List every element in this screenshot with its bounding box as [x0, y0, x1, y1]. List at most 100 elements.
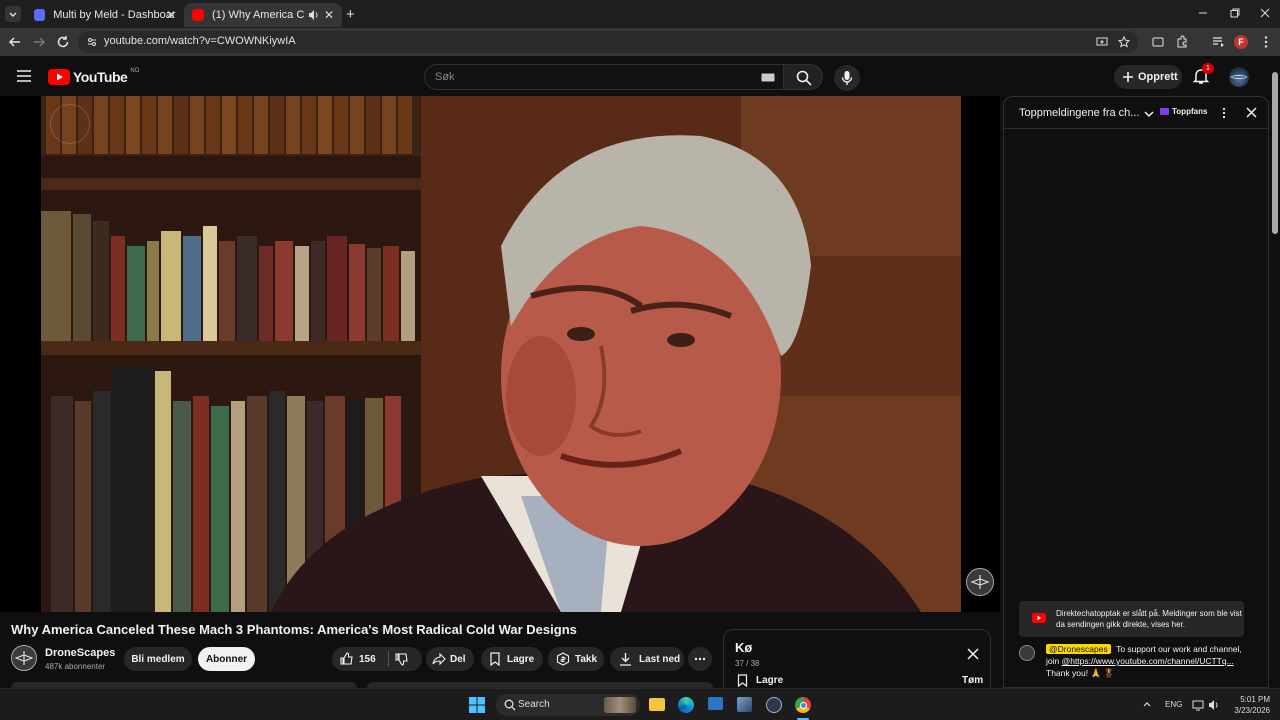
- praying-hands-icon: 🙏: [1090, 668, 1102, 678]
- more-menu-icon[interactable]: [1258, 34, 1274, 50]
- chat-header: Toppmeldingene fra ch... Toppfans: [1004, 97, 1268, 129]
- share-button[interactable]: Del: [426, 647, 474, 671]
- search-placeholder: Søk: [435, 71, 455, 83]
- extension-puzzle-icon[interactable]: [1150, 34, 1166, 50]
- channel-avatar[interactable]: [11, 645, 37, 671]
- bookmark-star-icon[interactable]: [1118, 36, 1130, 48]
- minimize-icon: [1199, 12, 1207, 14]
- restore-button[interactable]: [1228, 6, 1242, 20]
- chat-mode-dropdown[interactable]: Toppmeldingene fra ch...: [1019, 107, 1139, 119]
- thumbs-up-icon: [340, 652, 353, 665]
- super-thanks-icon: [556, 652, 570, 666]
- thanks-button[interactable]: Takk: [548, 647, 604, 671]
- close-icon: [1260, 8, 1270, 18]
- queue-save-button[interactable]: Lagre: [737, 674, 783, 687]
- microphone-icon: [841, 71, 853, 85]
- chat-link[interactable]: @https://www.youtube.com/channel/UCTTq..…: [1062, 656, 1234, 666]
- join-label: Bli medlem: [131, 653, 185, 665]
- share-label: Del: [450, 653, 466, 665]
- volume-icon[interactable]: [1208, 699, 1220, 711]
- close-window-button[interactable]: [1258, 6, 1272, 20]
- voice-search-button[interactable]: [834, 65, 860, 91]
- input-language[interactable]: ENG: [1165, 700, 1182, 709]
- save-button[interactable]: Lagre: [481, 647, 543, 671]
- queue-count: 37 / 38: [735, 659, 760, 668]
- edge-browser-icon[interactable]: [678, 697, 694, 713]
- chat-text-line-2: join: [1046, 656, 1062, 666]
- search-input[interactable]: Søk: [424, 64, 784, 90]
- page-scrollbar[interactable]: [1271, 70, 1279, 685]
- close-icon[interactable]: [967, 648, 979, 660]
- channel-branding-watermark[interactable]: [966, 568, 994, 596]
- share-arrow-icon: [432, 652, 446, 666]
- reload-icon[interactable]: [55, 34, 71, 50]
- profile-initial: F: [1238, 37, 1244, 47]
- youtube-play-logo-icon: [48, 69, 70, 85]
- back-arrow-icon[interactable]: [7, 34, 23, 50]
- plus-icon: [1123, 72, 1133, 82]
- youtube-logo[interactable]: YouTube NO: [48, 68, 139, 86]
- scrollbar-thumb[interactable]: [1272, 72, 1278, 234]
- queue-clear-button[interactable]: Tøm: [962, 675, 983, 686]
- network-icon[interactable]: [1192, 699, 1204, 711]
- address-bar[interactable]: youtube.com/watch?v=CWOWNKiywIA: [78, 31, 1138, 53]
- tab-meld-dashboard[interactable]: Multi by Meld - Dashboard. ✕: [26, 3, 184, 27]
- file-explorer-icon[interactable]: [649, 698, 665, 711]
- channel-name[interactable]: DroneScapes: [45, 647, 115, 659]
- minimize-button[interactable]: [1196, 6, 1210, 20]
- download-label: Last ned: [639, 653, 681, 665]
- install-app-icon[interactable]: [1096, 36, 1108, 48]
- media-queue-icon[interactable]: [1210, 34, 1226, 50]
- forward-arrow-icon[interactable]: [31, 34, 47, 50]
- close-icon[interactable]: [1245, 106, 1258, 119]
- chrome-center: [799, 701, 807, 709]
- thanks-label: Takk: [575, 653, 598, 665]
- search-icon: [796, 70, 812, 86]
- author-avatar[interactable]: [1019, 645, 1035, 661]
- browser-tab-strip: Multi by Meld - Dashboard. ✕ (1) Why Ame…: [0, 0, 1280, 28]
- chrome-icon[interactable]: [795, 697, 811, 713]
- more-horizontal-icon: [694, 657, 706, 661]
- tab-list-button[interactable]: [5, 6, 21, 22]
- hamburger-menu-icon[interactable]: [16, 69, 32, 83]
- like-button[interactable]: 156: [332, 647, 386, 671]
- app-monitor-icon[interactable]: [708, 697, 723, 710]
- drone-logo-icon: [970, 575, 990, 589]
- start-button[interactable]: [469, 697, 485, 713]
- subscribe-button[interactable]: Abonner: [198, 647, 255, 671]
- app-stack-icon[interactable]: [737, 697, 752, 712]
- more-options-icon[interactable]: [1218, 107, 1230, 119]
- youtube-header: YouTube NO Søk Opprett 1: [0, 56, 1280, 96]
- chevron-up-icon[interactable]: [1142, 699, 1152, 709]
- extensions-icon[interactable]: [1174, 34, 1190, 50]
- taskbar-search[interactable]: Search: [496, 694, 640, 716]
- speaker-icon[interactable]: [308, 9, 320, 21]
- queue-title: Kø: [735, 640, 753, 655]
- dislike-button[interactable]: [390, 647, 422, 671]
- clock[interactable]: 5:01 PM 3/23/2026: [1228, 694, 1270, 716]
- medal-icon: 🎖: [1103, 668, 1115, 678]
- close-tab-icon[interactable]: ✕: [324, 8, 334, 22]
- join-button[interactable]: Bli medlem: [124, 647, 192, 671]
- keyboard-icon[interactable]: [761, 73, 775, 82]
- notifications-button[interactable]: 1: [1192, 63, 1214, 87]
- steam-icon[interactable]: [766, 697, 782, 713]
- top-fans-chip[interactable]: Toppfans: [1160, 107, 1207, 116]
- more-actions-button[interactable]: [688, 647, 712, 671]
- video-scene-image: [41, 96, 961, 612]
- tab-youtube-video[interactable]: (1) Why America Canceled ✕: [184, 3, 342, 27]
- download-button[interactable]: Last ned: [610, 647, 684, 671]
- chevron-down-icon[interactable]: [1143, 108, 1155, 120]
- close-tab-icon[interactable]: ✕: [166, 8, 176, 22]
- account-avatar[interactable]: [1229, 67, 1249, 87]
- video-player[interactable]: [0, 96, 1000, 612]
- search-button[interactable]: [783, 64, 823, 90]
- chat-message-body: @Dronescapes To support our work and cha…: [1046, 643, 1251, 679]
- site-info-icon[interactable]: [86, 36, 98, 48]
- video-frame: [41, 96, 961, 612]
- chat-author-badge[interactable]: @Dronescapes: [1046, 644, 1111, 654]
- chat-text-line-1: To support our work and channel,: [1116, 644, 1242, 654]
- new-tab-button[interactable]: +: [346, 6, 355, 23]
- create-button[interactable]: Opprett: [1114, 65, 1182, 89]
- profile-avatar[interactable]: F: [1234, 35, 1248, 49]
